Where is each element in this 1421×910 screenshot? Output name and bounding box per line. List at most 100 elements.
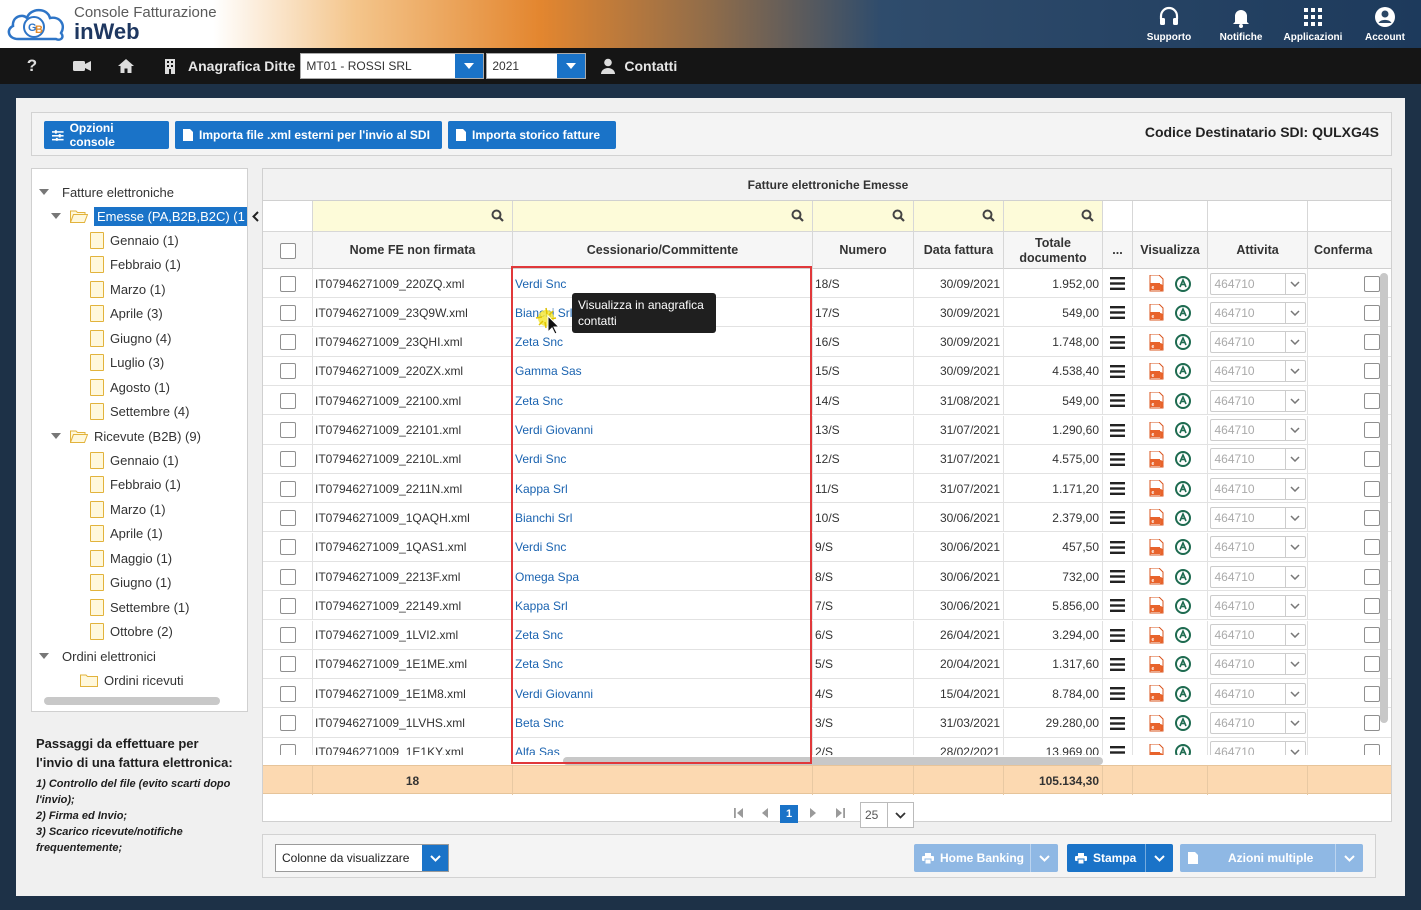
columns-select[interactable]: Colonne da visualizzare (275, 844, 449, 872)
customer-link[interactable]: Zeta Snc (515, 394, 563, 408)
row-checkbox[interactable] (279, 685, 296, 702)
row-checkbox[interactable] (279, 656, 296, 673)
table-row[interactable]: IT07946271009_2211N.xml Kappa Srl 11/S 31/0… (263, 474, 1391, 504)
activity-select[interactable]: 464710 (1209, 419, 1306, 441)
row-checkbox[interactable] (279, 480, 296, 497)
table-row[interactable]: IT07946271009_1E1M8.xml Verdi Giovanni 4/S… (263, 679, 1391, 709)
table-row[interactable]: IT07946271009_23Q9W.xml Bianchi Srl 17/S 30… (263, 298, 1391, 328)
chevron-down-icon[interactable] (1284, 654, 1305, 675)
confirm-checkbox[interactable] (1364, 422, 1380, 438)
confirm-checkbox[interactable] (1364, 304, 1380, 321)
confirm-checkbox[interactable] (1364, 334, 1380, 351)
menu-icon[interactable] (1110, 452, 1125, 466)
customer-link[interactable]: Alfa Sas (515, 745, 560, 755)
activity-select[interactable]: 464710 (1209, 448, 1306, 471)
table-row[interactable]: IT07946271009_23QHI.xml Zeta Snc 16/S 30/09… (263, 327, 1391, 357)
first-page-icon[interactable] (734, 807, 743, 821)
chevron-down-icon[interactable] (887, 803, 913, 827)
grid-horizontal-scrollbar[interactable] (563, 757, 1103, 765)
chevron-down-icon[interactable] (1335, 844, 1363, 872)
chevron-down-icon[interactable] (455, 54, 484, 78)
sdi-status-icon[interactable] (1175, 656, 1191, 673)
tree-node-month[interactable]: Settembre (1) (90, 596, 189, 618)
column-header-conferma[interactable]: Conferma (1308, 232, 1391, 269)
tree-node-ordini-ricevuti[interactable]: Ordini ricevuti (80, 669, 183, 691)
importa-xml-button[interactable]: Importa file .xml esterni per l'invio al… (175, 121, 442, 149)
table-row[interactable]: IT07946271009_1E1ME.xml Zeta Snc 5/S 20/04/… (263, 649, 1391, 679)
row-checkbox[interactable] (279, 392, 296, 409)
tree-node-month[interactable]: Giugno (1) (90, 572, 171, 594)
tree-node-month[interactable]: Marzo (1) (90, 498, 166, 520)
grid-vertical-scrollbar[interactable] (1380, 273, 1388, 723)
confirm-checkbox[interactable] (1364, 480, 1380, 497)
column-filter-input[interactable] (313, 201, 513, 232)
table-row[interactable]: IT07946271009_1LVI2.xml Zeta Snc 6/S 26/04/… (263, 620, 1391, 650)
customer-link[interactable]: Verdi Snc (515, 277, 566, 291)
row-checkbox[interactable] (279, 597, 296, 614)
opzioni-console-button[interactable]: Opzioni console (44, 121, 169, 149)
activity-select[interactable]: 464710 (1209, 653, 1306, 676)
menu-icon[interactable] (1110, 335, 1125, 349)
sdi-status-icon[interactable] (1175, 568, 1191, 585)
home-icon[interactable] (114, 54, 138, 78)
confirm-checkbox[interactable] (1364, 539, 1380, 556)
table-row[interactable]: IT07946271009_22101.xml Verdi Giovanni 13/… (263, 415, 1391, 445)
tree-node-month[interactable]: Giugno (4) (90, 327, 171, 349)
activity-select[interactable]: 464710 (1209, 741, 1306, 755)
last-page-icon[interactable] (836, 807, 845, 821)
row-checkbox[interactable] (279, 275, 296, 292)
sdi-status-icon[interactable] (1175, 304, 1191, 321)
column-header-data[interactable]: Data fattura (914, 232, 1004, 269)
chevron-down-icon[interactable] (1145, 844, 1173, 872)
tree-node-month[interactable]: Aprile (3) (90, 303, 163, 325)
pdf-file-icon[interactable]: e (1149, 568, 1167, 585)
tree-node-month[interactable]: Gennaio (1) (90, 229, 179, 251)
prev-page-icon[interactable] (762, 807, 768, 821)
confirm-checkbox[interactable] (1364, 509, 1380, 526)
tree-node-month[interactable]: Ottobre (2) (90, 621, 173, 643)
chevron-down-icon[interactable] (1284, 273, 1305, 294)
sdi-status-icon[interactable] (1175, 392, 1191, 409)
chevron-down-icon[interactable] (1030, 844, 1058, 872)
chevron-down-icon[interactable] (1284, 713, 1305, 733)
help-icon[interactable]: ? (20, 54, 44, 78)
sdi-status-icon[interactable] (1175, 715, 1191, 731)
activity-select[interactable]: 464710 (1209, 360, 1306, 383)
chevron-down-icon[interactable] (422, 845, 448, 871)
column-filter-input[interactable] (914, 201, 1004, 232)
menu-icon[interactable] (1110, 628, 1125, 642)
column-header-nome[interactable]: Nome FE non firmata (313, 232, 513, 269)
table-row[interactable]: IT07946271009_220ZX.xml Gamma Sas 15/S 30/0… (263, 356, 1391, 386)
table-row[interactable]: IT07946271009_1E1KY.xml Alfa Sas 2/S 28/02/… (263, 737, 1391, 755)
menu-icon[interactable] (1110, 306, 1125, 320)
row-checkbox[interactable] (279, 304, 296, 321)
menu-icon[interactable] (1110, 394, 1125, 408)
tree-node-ricevute[interactable]: Ricevute (B2B) (9) (50, 425, 201, 447)
company-select[interactable]: MT01 - ROSSI SRL (300, 53, 485, 79)
caret-down-icon[interactable] (38, 650, 50, 662)
customer-link[interactable]: Gamma Sas (515, 364, 582, 378)
confirm-checkbox[interactable] (1364, 685, 1380, 702)
customer-link[interactable]: Beta Snc (515, 716, 564, 730)
row-checkbox[interactable] (279, 568, 296, 585)
menu-icon[interactable] (1110, 364, 1125, 378)
tree-node-month[interactable]: Luglio (3) (90, 352, 164, 374)
sdi-status-icon[interactable] (1175, 509, 1191, 526)
activity-select[interactable]: 464710 (1209, 301, 1306, 324)
row-checkbox[interactable] (279, 422, 296, 438)
pdf-file-icon[interactable]: e (1149, 743, 1167, 755)
pdf-file-icon[interactable]: e (1149, 655, 1167, 673)
column-header-totale[interactable]: Totale documento (1004, 232, 1103, 269)
caret-down-icon[interactable] (50, 210, 62, 222)
column-filter-input[interactable] (1004, 201, 1103, 232)
confirm-checkbox[interactable] (1364, 597, 1380, 614)
table-row[interactable]: IT07946271009_1QAQH.xml Bianchi Srl 10/S 30… (263, 503, 1391, 533)
tree-node-month[interactable]: Febbraio (1) (90, 474, 181, 496)
collapse-panel-button[interactable] (248, 206, 262, 226)
chevron-down-icon[interactable] (1284, 742, 1305, 755)
pdf-file-icon[interactable]: e (1149, 304, 1167, 321)
tree-node-fatture[interactable]: Fatture elettroniche (38, 181, 174, 203)
row-checkbox[interactable] (279, 744, 296, 755)
confirm-checkbox[interactable] (1364, 568, 1380, 585)
tree-node-emesse[interactable]: Emesse (PA,B2B,B2C) (1 (50, 205, 247, 227)
